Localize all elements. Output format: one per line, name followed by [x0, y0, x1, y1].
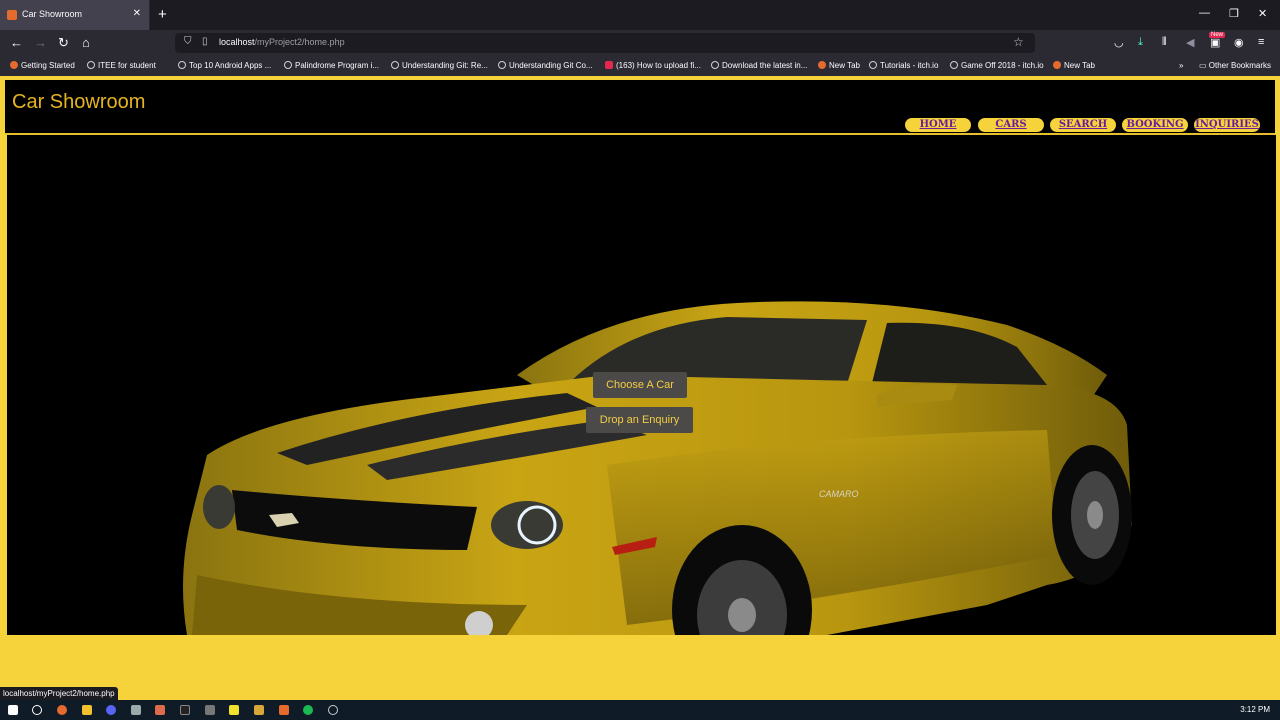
site-title: Car Showroom: [12, 91, 146, 113]
bookmark-4[interactable]: Understanding Git: Re...: [391, 61, 488, 70]
hero-banner: CAMARO Choose A Car Drop an Enquiry: [7, 135, 1276, 635]
globe-icon: [711, 61, 719, 69]
status-url: localhost/myProject2/home.php: [0, 687, 118, 700]
drop-enquiry-button[interactable]: Drop an Enquiry: [586, 407, 693, 433]
bookmark-label: ITEE for student: [98, 61, 156, 70]
other-bookmarks[interactable]: ▭ Other Bookmarks: [1199, 61, 1271, 70]
bookmark-label: Getting Started: [21, 61, 75, 70]
close-tab-icon[interactable]: ✕: [133, 8, 141, 19]
clock: 3:12 PM: [1240, 705, 1270, 714]
terminal-icon[interactable]: [180, 705, 190, 715]
bookmark-5[interactable]: Understanding Git Co...: [498, 61, 593, 70]
url-bar[interactable]: ⛉ ▯ localhost/myProject2/home.php ☆: [175, 33, 1035, 53]
globe-icon: [178, 61, 186, 69]
windows-start-icon[interactable]: [8, 705, 18, 715]
menu-search[interactable]: SEARCH: [1050, 118, 1116, 132]
home-icon[interactable]: ⌂: [82, 35, 90, 50]
taskbar: 3:12 PM: [0, 700, 1280, 720]
globe-icon: [284, 61, 292, 69]
bookmark-7[interactable]: Download the latest in...: [711, 61, 807, 70]
downloads-icon[interactable]: ⤓: [1138, 36, 1143, 49]
globe-icon: [869, 61, 877, 69]
settings-icon[interactable]: [205, 705, 215, 715]
tab-title: Car Showroom: [22, 9, 83, 19]
account-icon[interactable]: ◉: [1234, 36, 1244, 49]
camaro-badge: CAMARO: [819, 489, 859, 499]
web-page: Car Showroom HOME CARS SEARCH BOOKING IN…: [0, 76, 1280, 700]
bookmark-label: Game Off 2018 - itch.io: [961, 61, 1044, 70]
back-icon[interactable]: ←: [10, 35, 23, 50]
app-icon[interactable]: [155, 705, 165, 715]
reload-icon[interactable]: ↻: [58, 35, 69, 51]
site-favicon-icon: [7, 10, 17, 20]
more-bookmarks-icon[interactable]: »: [1179, 61, 1183, 70]
new-tab-icon[interactable]: +: [158, 6, 167, 23]
other-bookmarks-label: Other Bookmarks: [1208, 61, 1272, 70]
globe-icon: [498, 61, 506, 69]
bookmark-9[interactable]: Tutorials - itch.io: [869, 61, 938, 70]
search-icon[interactable]: [32, 705, 42, 715]
site-header: Car Showroom HOME CARS SEARCH BOOKING IN…: [5, 80, 1275, 135]
bookmark-star-icon[interactable]: ☆: [1013, 35, 1024, 49]
globe-icon: [391, 61, 399, 69]
minimize-icon[interactable]: —: [1199, 7, 1210, 19]
url-text: localhost/myProject2/home.php: [219, 37, 345, 47]
bookmark-label: New Tab: [1064, 61, 1095, 70]
restore-icon[interactable]: ❐: [1229, 7, 1239, 20]
bookmark-label: New Tab: [829, 61, 860, 70]
bookmark-10[interactable]: Game Off 2018 - itch.io: [950, 61, 1044, 70]
youtube-icon: [605, 61, 613, 69]
discord-icon[interactable]: [106, 705, 116, 715]
tab-bar: Car Showroom ✕ + — ❐ ✕: [0, 0, 1280, 30]
bookmark-label: Understanding Git: Re...: [402, 61, 488, 70]
bookmark-0[interactable]: Getting Started: [10, 61, 75, 70]
firefox-icon: [10, 61, 18, 69]
sticky-notes-icon[interactable]: [229, 705, 239, 715]
bookmark-1[interactable]: ITEE for student: [87, 61, 156, 70]
page-info-icon[interactable]: ▯: [202, 36, 208, 47]
nav-toolbar: ← → ↻ ⌂ ⛉ ▯ localhost/myProject2/home.ph…: [0, 30, 1280, 56]
xampp-icon[interactable]: [279, 705, 289, 715]
bookmark-label: Understanding Git Co...: [509, 61, 593, 70]
bookmark-label: Tutorials - itch.io: [880, 61, 939, 70]
firefox-app-icon[interactable]: [57, 705, 67, 715]
url-host: localhost: [219, 37, 255, 47]
library-icon[interactable]: ⫴: [1162, 36, 1167, 49]
choose-car-button[interactable]: Choose A Car: [593, 372, 687, 398]
shield-icon[interactable]: ⛉: [184, 36, 192, 47]
menu-inquiries[interactable]: INQUIRIES: [1194, 118, 1260, 132]
file-explorer-icon[interactable]: [82, 705, 92, 715]
bookmark-label: (163) How to upload fi...: [616, 61, 701, 70]
close-window-icon[interactable]: ✕: [1258, 7, 1267, 20]
bookmark-6[interactable]: (163) How to upload fi...: [605, 61, 701, 70]
menu-booking[interactable]: BOOKING: [1122, 118, 1188, 132]
app-icon[interactable]: [254, 705, 264, 715]
tab-car-showroom[interactable]: Car Showroom ✕: [0, 0, 150, 30]
spotify-icon[interactable]: [303, 705, 313, 715]
bookmark-3[interactable]: Palindrome Program i...: [284, 61, 379, 70]
bookmark-label: Download the latest in...: [722, 61, 808, 70]
globe-icon: [950, 61, 958, 69]
url-path: /myProject2/home.php: [254, 37, 345, 47]
menu-icon[interactable]: ≡: [1258, 36, 1264, 48]
audio-icon[interactable]: ◀: [1186, 36, 1194, 49]
bookmark-label: Palindrome Program i...: [295, 61, 380, 70]
folder-icon: ▭: [1199, 61, 1209, 70]
app-icon[interactable]: [131, 705, 141, 715]
firefox-icon: [1053, 61, 1061, 69]
globe-icon: [87, 61, 95, 69]
menu-home[interactable]: HOME: [905, 118, 971, 132]
app-icon[interactable]: [328, 705, 338, 715]
menu-cars[interactable]: CARS: [978, 118, 1044, 132]
new-badge: New: [1209, 32, 1226, 38]
bookmark-label: Top 10 Android Apps ...: [189, 61, 272, 70]
forward-icon[interactable]: →: [34, 35, 47, 50]
firefox-icon: [818, 61, 826, 69]
bookmark-2[interactable]: Top 10 Android Apps ...: [178, 61, 271, 70]
bookmark-11[interactable]: New Tab: [1053, 61, 1095, 70]
pocket-icon[interactable]: ◡: [1114, 36, 1124, 49]
bookmark-8[interactable]: New Tab: [818, 61, 860, 70]
bookmarks-bar: Getting Started ITEE for student Top 10 …: [0, 56, 1280, 76]
